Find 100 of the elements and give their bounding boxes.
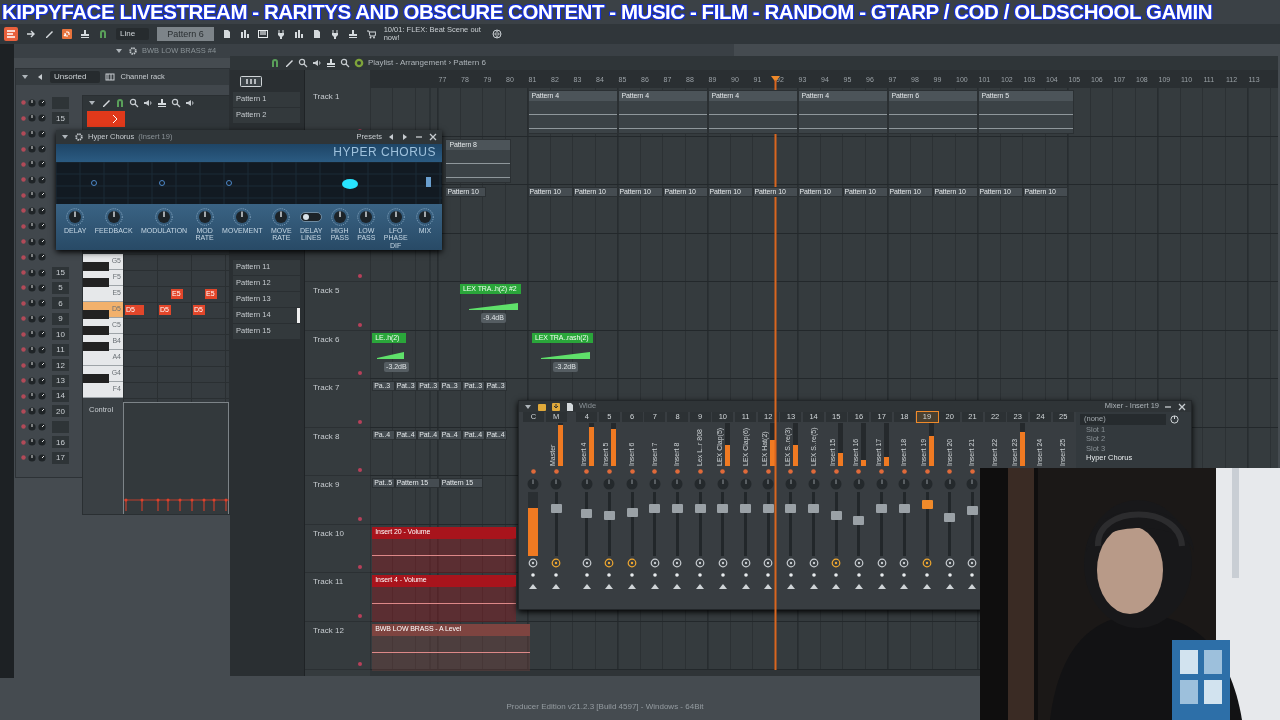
dot-icon[interactable] — [554, 573, 559, 577]
up-arrow-icon[interactable] — [764, 583, 773, 589]
magnet-icon[interactable] — [270, 58, 280, 68]
up-arrow-icon[interactable] — [877, 583, 886, 589]
fx-dot-icon[interactable] — [530, 468, 536, 474]
link-icon[interactable] — [62, 29, 72, 39]
globe-icon[interactable] — [491, 29, 502, 39]
knob[interactable] — [28, 268, 36, 277]
knob[interactable] — [28, 376, 36, 385]
knob[interactable] — [28, 175, 36, 184]
route-icon[interactable] — [876, 558, 887, 568]
knob[interactable] — [38, 299, 46, 308]
route-icon[interactable] — [649, 558, 660, 568]
fader-thumb[interactable] — [808, 504, 820, 514]
fader-thumb[interactable] — [944, 512, 956, 522]
track-name[interactable]: Track 12 — [313, 625, 344, 635]
route-icon[interactable] — [627, 558, 638, 568]
channel-number[interactable]: 10 — [52, 328, 69, 341]
track-name[interactable]: Track 9 — [313, 480, 340, 490]
knob[interactable] — [28, 361, 36, 370]
up-arrow-icon[interactable] — [552, 583, 561, 589]
bars-icon[interactable] — [293, 29, 304, 39]
fader-thumb[interactable] — [830, 510, 842, 520]
knob[interactable] — [386, 208, 405, 226]
dot-icon[interactable] — [902, 573, 907, 577]
track-name[interactable]: Track 5 — [313, 286, 340, 296]
logo-icon[interactable] — [4, 27, 18, 41]
fader-thumb[interactable] — [581, 508, 593, 518]
close-icon[interactable] — [428, 132, 438, 142]
pencil-icon[interactable] — [101, 98, 111, 108]
dot-icon[interactable] — [358, 322, 362, 327]
track-name[interactable]: Track 7 — [313, 383, 340, 393]
knob[interactable] — [28, 222, 36, 231]
knob[interactable] — [28, 206, 36, 215]
gear-icon[interactable] — [128, 46, 138, 56]
up-arrow-icon[interactable] — [628, 583, 637, 589]
dot-icon[interactable] — [358, 419, 362, 424]
fader-thumb[interactable] — [966, 506, 978, 516]
knob[interactable] — [104, 208, 123, 226]
stamp-icon[interactable] — [157, 98, 167, 108]
arrow-icon[interactable] — [26, 29, 36, 39]
track-name[interactable]: Track 8 — [313, 431, 340, 441]
fader-thumb[interactable] — [785, 504, 797, 514]
document-icon[interactable] — [221, 29, 232, 39]
knob[interactable] — [272, 208, 291, 226]
piano-icon[interactable] — [257, 29, 268, 39]
stamp-icon[interactable] — [347, 29, 358, 39]
route-icon[interactable] — [551, 558, 562, 568]
knob[interactable] — [38, 330, 46, 339]
route-icon[interactable] — [944, 558, 955, 568]
knob[interactable] — [38, 129, 46, 138]
route-icon[interactable] — [785, 558, 796, 568]
channel-number[interactable]: 20 — [52, 405, 69, 418]
knob[interactable] — [28, 191, 36, 200]
fader-thumb[interactable] — [671, 504, 683, 514]
channel-number[interactable]: 14 — [52, 390, 69, 403]
fader-thumb[interactable] — [898, 504, 910, 514]
fader-thumb[interactable] — [649, 504, 661, 514]
channel-number[interactable]: 9 — [52, 312, 69, 325]
knob[interactable] — [28, 392, 36, 401]
knob[interactable] — [357, 208, 376, 226]
channel-number[interactable]: 15 — [52, 266, 69, 279]
knob[interactable] — [28, 314, 36, 323]
knob[interactable] — [38, 268, 46, 277]
knob[interactable] — [28, 237, 36, 246]
fader-thumb[interactable] — [853, 515, 865, 525]
fx-dot-icon[interactable] — [584, 468, 590, 474]
dot-icon[interactable] — [652, 573, 657, 577]
dot-icon[interactable] — [720, 573, 725, 577]
knob[interactable] — [28, 438, 36, 447]
knob[interactable] — [233, 208, 252, 226]
search-icon[interactable] — [298, 58, 308, 68]
route-icon[interactable] — [922, 558, 933, 568]
knob[interactable] — [38, 237, 46, 246]
route-icon[interactable] — [672, 558, 683, 568]
fx-dot-icon[interactable] — [879, 468, 885, 474]
knob[interactable] — [28, 145, 36, 154]
knob[interactable] — [155, 208, 174, 226]
route-icon[interactable] — [717, 558, 728, 568]
stamp-icon[interactable] — [326, 58, 336, 68]
dot-icon[interactable] — [970, 573, 975, 577]
up-arrow-icon[interactable] — [854, 583, 863, 589]
knob[interactable] — [38, 160, 46, 169]
dot-icon[interactable] — [358, 662, 362, 666]
dot-icon[interactable] — [925, 573, 930, 577]
magnet-icon[interactable] — [98, 29, 108, 39]
route-icon[interactable] — [808, 558, 819, 568]
document-icon[interactable] — [565, 401, 575, 412]
knob[interactable] — [38, 376, 46, 385]
knob[interactable] — [28, 330, 36, 339]
knob[interactable] — [28, 453, 36, 462]
dot-icon[interactable] — [743, 573, 748, 577]
folder-icon[interactable] — [537, 401, 547, 412]
bars-icon[interactable] — [239, 29, 250, 39]
magnet-icon[interactable] — [115, 98, 125, 108]
fader-thumb[interactable] — [762, 504, 774, 514]
fader-thumb[interactable] — [694, 504, 706, 514]
knob[interactable] — [66, 208, 85, 226]
fx-dot-icon[interactable] — [720, 468, 726, 474]
search-icon[interactable] — [340, 58, 350, 68]
